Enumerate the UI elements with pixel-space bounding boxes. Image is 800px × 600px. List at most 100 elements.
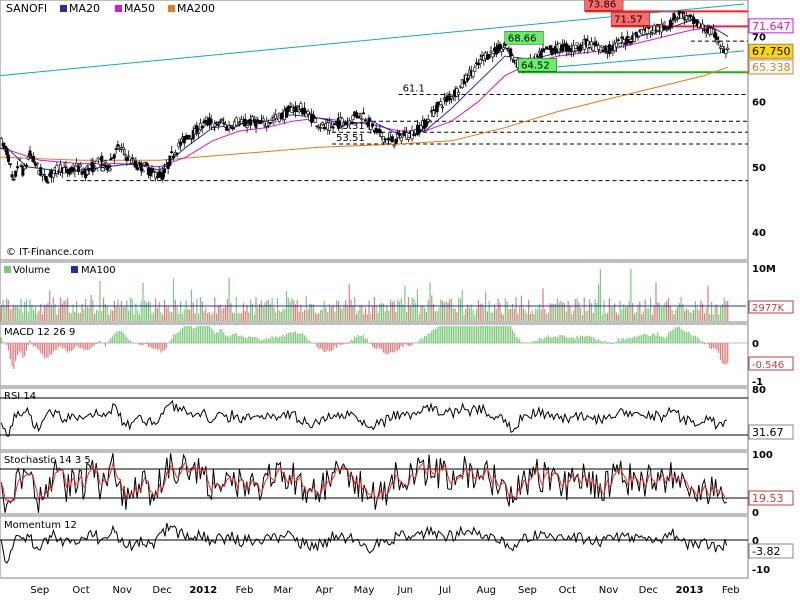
price-level-label: 61.1 <box>403 84 425 95</box>
x-axis-label: May <box>354 585 375 596</box>
candle-body <box>356 115 360 119</box>
x-axis-label: Oct <box>72 585 89 596</box>
macd-panel: MACD 12 26 9 0 -1 -0.546 <box>0 323 794 388</box>
price-level-label: 48.88 <box>84 164 113 175</box>
candle-body <box>622 39 626 44</box>
candle-body <box>620 36 624 39</box>
candle-body <box>168 155 172 166</box>
price-last-values: 71.647 67.750 65.338 <box>748 18 794 75</box>
candle-body <box>200 126 204 129</box>
stochastic-tick-100: 100 <box>752 450 773 461</box>
price-panel: 64.5268.6673.8671.5761.155.3153.5148.88 … <box>0 0 794 261</box>
candle-body <box>726 47 730 51</box>
candle-body <box>28 150 32 156</box>
x-axis-label: Dec <box>152 585 171 596</box>
candle-body <box>406 136 410 140</box>
price-level-label: 55.31 <box>336 121 365 132</box>
x-axis-label: Jun <box>396 585 413 596</box>
x-axis-label: Aug <box>476 585 496 596</box>
copyright-label: © IT-Finance.com <box>6 247 94 258</box>
ma20-swatch <box>60 5 67 12</box>
price-tick-label: 40 <box>752 228 766 239</box>
candle-body <box>636 36 640 39</box>
candle-body <box>234 117 238 126</box>
candle-body <box>75 162 79 167</box>
candle-body <box>392 144 396 147</box>
x-axis-label: Dec <box>639 585 658 596</box>
x-axis-label: Oct <box>559 585 576 596</box>
candle-body <box>398 132 402 136</box>
candle-body <box>704 32 708 35</box>
x-axis-label: 2012 <box>189 585 217 596</box>
candle-body <box>473 67 477 72</box>
candle-body <box>313 118 317 124</box>
candle-body <box>76 166 80 173</box>
candle-body <box>121 147 125 150</box>
ma50-label: MA50 <box>124 2 155 15</box>
candle-body <box>12 178 16 181</box>
ma200-label: MA200 <box>177 2 215 15</box>
price-tick-label: 50 <box>752 163 766 174</box>
candle-body <box>231 127 235 130</box>
candle-body <box>209 119 213 124</box>
candle-body <box>5 148 9 155</box>
price-level-label: 71.57 <box>614 14 643 25</box>
candle-body <box>674 18 678 21</box>
candle-body <box>573 50 577 53</box>
x-axis-label: Feb <box>722 585 740 596</box>
candle-body <box>256 119 260 122</box>
candle-body <box>676 17 680 20</box>
candle-body <box>141 170 145 173</box>
macd-title: MACD 12 26 9 <box>4 327 75 338</box>
candle-body <box>161 171 165 180</box>
ma200-swatch <box>168 5 175 12</box>
x-axis-label: Sep <box>518 585 537 596</box>
volume-panel: Volume MA100 10M 2977K <box>0 261 794 323</box>
ma100-swatch <box>71 266 78 273</box>
candle-body <box>457 92 461 95</box>
candle-body <box>14 170 18 177</box>
candle-body <box>297 109 301 113</box>
candle-body <box>24 164 28 167</box>
price-last-label: 71.647 <box>752 20 791 33</box>
rsi-panel: RSI 14 80 31.67 <box>0 385 794 451</box>
volume-swatch <box>4 266 11 273</box>
candle-body <box>128 162 132 165</box>
candle-body <box>597 44 601 50</box>
candle-body <box>215 122 219 124</box>
candle-body <box>15 166 19 169</box>
x-axis-label: Sep <box>30 585 49 596</box>
candle-body <box>432 110 436 117</box>
candle-body <box>471 70 475 77</box>
candle-body <box>372 129 376 133</box>
candle-body <box>73 170 77 173</box>
ma50-swatch <box>115 5 122 12</box>
candle-body <box>222 122 226 124</box>
candle-body <box>659 24 663 33</box>
candle-body <box>670 23 674 25</box>
candle-body <box>127 155 131 158</box>
candle-body <box>35 162 39 165</box>
macd-last-label: -0.546 <box>752 360 784 371</box>
candle-body <box>3 145 7 149</box>
candle-body <box>545 46 549 49</box>
candle-body <box>390 136 394 143</box>
price-level-label: 64.52 <box>521 60 550 71</box>
x-axis-label: Nov <box>599 585 619 596</box>
candle-body <box>399 137 403 142</box>
candle-body <box>616 39 620 41</box>
volume-ma-title: MA100 <box>81 265 116 276</box>
candle-body <box>109 158 113 161</box>
x-axis-label: Apr <box>316 585 334 596</box>
rsi-title: RSI 14 <box>4 391 36 402</box>
candle-body <box>245 125 249 128</box>
candle-body <box>134 160 138 168</box>
candle-body <box>103 160 107 163</box>
candle-body <box>360 118 364 121</box>
candle-body <box>188 135 192 138</box>
candle-body <box>100 155 104 163</box>
candle-body <box>136 167 140 170</box>
candle-body <box>702 29 706 32</box>
candle-body <box>114 148 118 150</box>
candle-body <box>42 174 46 176</box>
